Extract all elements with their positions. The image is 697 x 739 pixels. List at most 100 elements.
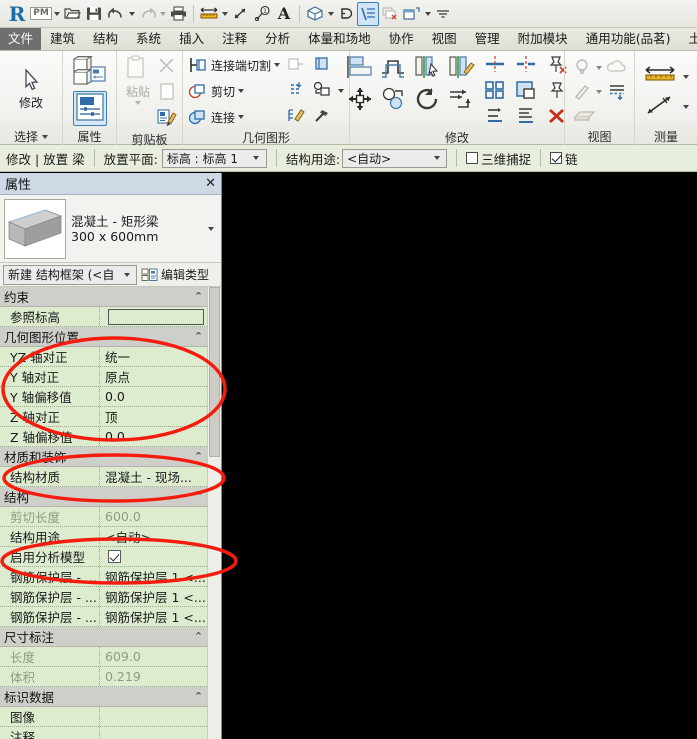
new-instance-combo[interactable]: 新建 结构框架 (<自 <box>3 264 137 285</box>
chevron-down-icon[interactable] <box>249 156 264 160</box>
type-properties-button[interactable] <box>72 56 108 89</box>
property-value[interactable] <box>100 727 207 739</box>
property-row-yz-justification[interactable]: YZ 轴对正 统一 <box>0 347 208 367</box>
collapse-chevron-icon[interactable]: ⌃ <box>194 450 203 463</box>
paste-dropdown-icon[interactable] <box>135 101 141 105</box>
chevron-down-icon-2[interactable] <box>429 156 444 160</box>
redo-dropdown-icon[interactable] <box>158 2 167 26</box>
pm-dropdown-icon[interactable] <box>52 2 61 26</box>
customize-qat-icon[interactable] <box>432 2 454 26</box>
tab-architecture[interactable]: 建筑 <box>41 28 84 50</box>
match-type-button[interactable] <box>156 108 178 131</box>
render-in-cloud-button[interactable] <box>606 58 627 79</box>
measure-between-references-button[interactable] <box>643 65 677 88</box>
copy-move-button[interactable] <box>380 87 408 114</box>
property-value[interactable]: 原点 <box>100 367 207 386</box>
print-icon[interactable] <box>167 2 189 26</box>
property-row-structural-usage[interactable]: 结构用途 <自动> <box>0 527 208 547</box>
mirror-draw-axis-button[interactable] <box>448 54 476 83</box>
property-row-structural-material[interactable]: 结构材质 混凝土 - 现场... <box>0 467 208 487</box>
property-group-geometry-position[interactable]: 几何图形位置 ⌃ <box>0 327 208 347</box>
placement-plane-combo[interactable]: 标高 : 标高 1 <box>161 148 267 168</box>
beam-join-button[interactable]: 连接端切割 <box>188 53 280 77</box>
open-icon[interactable] <box>61 2 83 26</box>
paint-button[interactable] <box>286 107 306 128</box>
modify-button[interactable]: 修改 <box>7 68 55 111</box>
join-geometry-button[interactable]: 连接 <box>188 105 280 129</box>
text-icon[interactable]: A <box>273 2 295 26</box>
hide-isolate-dropdown-icon[interactable] <box>596 66 602 70</box>
chain-checkbox[interactable]: 链 <box>550 149 578 168</box>
property-row-y-justification[interactable]: Y 轴对正 原点 <box>0 367 208 387</box>
tab-structure[interactable]: 结构 <box>84 28 127 50</box>
tab-common-pinming[interactable]: 通用功能(品茗) <box>577 28 680 50</box>
type-selector[interactable]: 混凝土 - 矩形梁 300 x 600mm <box>0 195 221 263</box>
property-row-y-offset[interactable]: Y 轴偏移值 0.0 <box>0 387 208 407</box>
property-group-constraints[interactable]: 约束 ⌃ <box>0 287 208 307</box>
split-face-button[interactable] <box>286 81 306 102</box>
wall-opening-button[interactable] <box>312 55 332 76</box>
section-icon[interactable] <box>335 2 357 26</box>
structural-usage-combo[interactable]: <自动> <box>342 148 448 168</box>
reference-level-input[interactable] <box>108 308 204 325</box>
chevron-down-icon-3[interactable] <box>119 272 134 277</box>
align-button[interactable] <box>346 54 374 83</box>
scale-button[interactable] <box>515 80 537 103</box>
property-value[interactable]: 钢筋保护层 1 <... <box>100 587 207 606</box>
properties-toggle-button[interactable] <box>72 91 107 126</box>
switch-join-order-dropdown-icon[interactable] <box>338 89 344 93</box>
property-row-comments[interactable]: 注释 <box>0 727 208 739</box>
measure-along-element-button[interactable] <box>643 94 677 119</box>
view-dropdown-icon[interactable] <box>326 2 335 26</box>
trim-multiple-button[interactable] <box>515 106 537 129</box>
tab-civil[interactable]: 土建 <box>679 28 697 50</box>
checkbox-box-chain[interactable] <box>550 152 563 164</box>
demolish-button[interactable] <box>286 55 306 76</box>
move-button[interactable] <box>346 87 374 114</box>
close-icon[interactable]: ✕ <box>205 176 216 191</box>
properties-scrollbar[interactable] <box>207 287 221 739</box>
property-value[interactable]: 钢筋保护层 1 <... <box>100 607 207 626</box>
tab-systems[interactable]: 系统 <box>127 28 170 50</box>
property-group-identity-data[interactable]: 标识数据 ⌃ <box>0 687 208 707</box>
tab-annotate[interactable]: 注释 <box>213 28 256 50</box>
pm-badge-icon[interactable]: PM <box>30 2 52 26</box>
join-geometry-dropdown-icon[interactable] <box>238 115 244 119</box>
trim-extend-button[interactable] <box>448 87 476 114</box>
property-row-rebar-cover-1[interactable]: 钢筋保护层 - ... 钢筋保护层 1 <... <box>0 567 208 587</box>
aligned-dimension-icon[interactable] <box>229 2 251 26</box>
tab-file[interactable]: 文件 <box>0 28 42 50</box>
switch-windows-dropdown-icon[interactable] <box>423 2 432 26</box>
collapse-chevron-icon[interactable]: ⌃ <box>194 630 203 643</box>
property-value[interactable]: <自动> <box>100 527 207 546</box>
reveal-hidden-button[interactable] <box>607 82 627 103</box>
redo-icon[interactable] <box>136 2 158 26</box>
undo-icon[interactable] <box>105 2 127 26</box>
property-group-dimensions[interactable]: 尺寸标注 ⌃ <box>0 627 208 647</box>
property-row-rebar-cover-2[interactable]: 钢筋保护层 - ... 钢筋保护层 1 <... <box>0 587 208 607</box>
tab-addins[interactable]: 附加模块 <box>509 28 577 50</box>
property-row-rebar-cover-3[interactable]: 钢筋保护层 - ... 钢筋保护层 1 <... <box>0 607 208 627</box>
mirror-pick-axis-button[interactable] <box>414 54 442 83</box>
measure-dropdown-icon[interactable] <box>220 2 229 26</box>
property-value[interactable]: 0.0 <box>100 427 207 446</box>
property-row-image[interactable]: 图像 <box>0 707 208 727</box>
section-box-button[interactable] <box>573 106 597 126</box>
property-row-reference-level[interactable]: 参照标高 <box>0 307 208 327</box>
property-value[interactable]: 钢筋保护层 1 <... <box>100 567 207 586</box>
collapse-chevron-icon[interactable]: ⌃ <box>194 330 203 343</box>
property-group-materials-finishes[interactable]: 材质和装饰 ⌃ <box>0 447 208 467</box>
property-value[interactable]: 混凝土 - 现场... <box>100 467 207 486</box>
collapse-chevron-icon[interactable]: ⌃ <box>194 490 203 503</box>
drawing-canvas[interactable] <box>227 173 697 739</box>
property-value[interactable] <box>100 307 207 326</box>
property-row-enable-analytical-model[interactable]: 启用分析模型 <box>0 547 208 567</box>
split-with-gap-button[interactable] <box>515 54 537 77</box>
beam-join-dropdown-icon[interactable] <box>274 63 280 67</box>
cut-geometry-button[interactable]: 剪切 <box>188 79 280 103</box>
array-button[interactable] <box>484 80 506 103</box>
hammer-button[interactable] <box>312 107 332 128</box>
panel-select-title[interactable]: 选择 <box>0 128 62 145</box>
properties-scrollbar-thumb[interactable] <box>209 287 221 457</box>
property-value[interactable]: 0.0 <box>100 387 207 406</box>
